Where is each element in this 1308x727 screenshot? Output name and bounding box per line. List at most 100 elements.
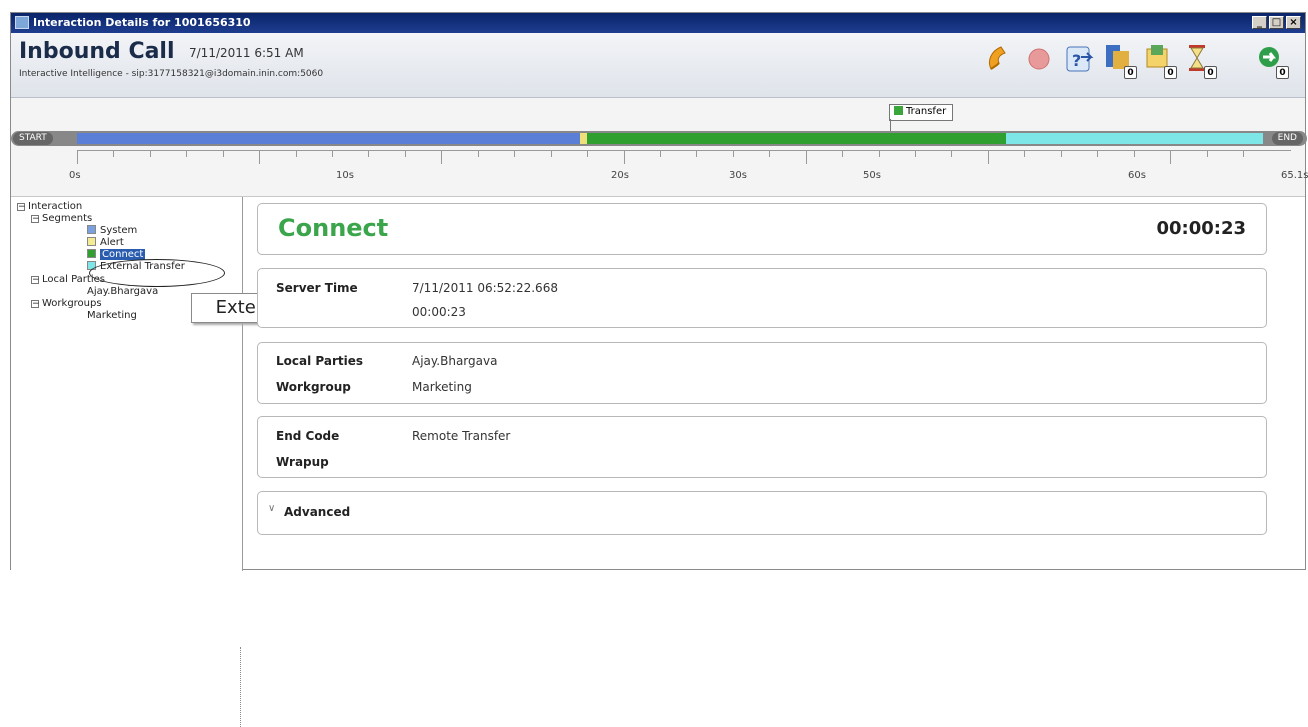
timeline-tick (1097, 150, 1099, 157)
transfer-event-line (890, 119, 891, 131)
tree-label: Interaction (28, 201, 83, 212)
timeline-tick (1242, 150, 1244, 157)
timeline-tick (1060, 150, 1062, 157)
disposition-card: End Code Remote Transfer Wrapup (257, 416, 1267, 478)
timeline-tick (186, 150, 188, 157)
timeline-tick (222, 150, 224, 157)
timeline-end-label: END (1271, 132, 1303, 145)
tree-item-interaction[interactable]: − Interaction (17, 201, 82, 213)
timeline-tick (1170, 150, 1172, 164)
timeline-tick (696, 150, 698, 157)
timeline-tick-label: 50s (863, 170, 881, 181)
timeline-tick (587, 150, 589, 157)
timeline-tick (805, 150, 807, 164)
timeline-tick-label: 20s (611, 170, 629, 181)
server-time-value: 7/11/2011 06:52:22.668 (412, 281, 558, 295)
timeline-tick-label: 65.1s (1281, 170, 1308, 181)
timeline-segment-connect[interactable] (587, 133, 1007, 144)
remote-address: Interactive Intelligence - sip:317715832… (19, 69, 324, 79)
timeline-tick (915, 150, 917, 157)
tree-item-system[interactable]: System (87, 225, 137, 237)
timeline-tick (550, 150, 552, 157)
record-icon[interactable] (1023, 41, 1057, 79)
splitter-grip[interactable] (240, 647, 242, 727)
workgroup-value: Marketing (412, 380, 472, 394)
collapse-icon[interactable]: − (31, 300, 40, 309)
notes-icon[interactable]: 0 (1143, 41, 1177, 79)
timeline-start-label: START (13, 132, 53, 145)
timeline-tick (878, 150, 880, 157)
end-code-label: End Code (276, 429, 340, 443)
server-time-label: Server Time (276, 281, 358, 295)
minimize-button[interactable]: _ (1252, 16, 1267, 29)
wrapup-label: Wrapup (276, 455, 329, 469)
transfer-event-label: Transfer (906, 106, 947, 117)
forward-arrow-icon[interactable]: 0 (1255, 41, 1289, 79)
timeline-segment-system[interactable] (77, 133, 580, 144)
interaction-tree: − Interaction − Segments System Alert Conn… (11, 197, 393, 727)
segment-duration: 00:00:23 (1156, 218, 1246, 239)
timeline-tick-label: 30s (729, 170, 747, 181)
interaction-timeline: Transfer START END 0s 10s 20s 30s 50s 60s 65.1… (11, 98, 1308, 197)
help-transfer-icon[interactable]: ? (1063, 41, 1097, 79)
timeline-tick (368, 150, 370, 157)
tree-label: Ajay.Bhargava (87, 286, 159, 297)
close-button[interactable]: × (1286, 16, 1301, 29)
timeline-tick (149, 150, 151, 157)
tree-item-workgroup[interactable]: Marketing (87, 310, 137, 322)
interaction-details-window: Interaction Details for 1001656310 _ □ ×… (10, 12, 1308, 727)
timeline-tick (441, 150, 443, 164)
interaction-type-title: Inbound Call (19, 39, 175, 64)
segment-header-card: Connect 00:00:23 (257, 203, 1267, 255)
chevron-down-icon[interactable]: ∨ (268, 503, 275, 514)
transfer-event-marker[interactable]: Transfer (889, 104, 954, 121)
svg-text:?: ? (1072, 51, 1081, 70)
timeline-tick (951, 150, 953, 157)
duration-value: 00:00:23 (412, 305, 466, 319)
tree-item-workgroups[interactable]: − Workgroups (31, 298, 102, 310)
timeline-segment-alert[interactable] (579, 133, 588, 144)
timeline-tick-label: 10s (336, 170, 354, 181)
tree-label: Segments (42, 213, 93, 224)
collapse-icon[interactable]: − (17, 203, 26, 212)
tree-label: System (100, 225, 138, 236)
hourglass-icon[interactable]: 0 (1183, 41, 1217, 79)
timeline-tick (259, 150, 261, 164)
timeline-segment-external-transfer[interactable] (1006, 133, 1263, 144)
collapse-icon[interactable]: − (31, 276, 40, 285)
timeline-tick (477, 150, 479, 157)
end-code-value: Remote Transfer (412, 429, 511, 443)
timeline-tick (842, 150, 844, 157)
hourglass-count-badge: 0 (1204, 66, 1217, 79)
segment-color-swatch (87, 249, 96, 258)
interaction-datetime: 7/11/2011 6:51 AM (189, 46, 304, 60)
voicemail-icon[interactable]: 0 (1103, 41, 1137, 79)
timeline-tick-label: 0s (69, 170, 81, 181)
tree-item-segments[interactable]: − Segments (31, 213, 92, 225)
window-title: Interaction Details for 1001656310 (33, 16, 251, 29)
timing-card: Server Time 7/11/2011 06:52:22.668 00:00… (257, 268, 1267, 328)
timeline-tick (113, 150, 115, 157)
tree-item-local-parties[interactable]: − Local Parties (31, 274, 105, 286)
advanced-label: Advanced (284, 505, 351, 519)
timeline-tick-label: 60s (1128, 170, 1146, 181)
timeline-tick (295, 150, 297, 157)
timeline-tick (732, 150, 734, 157)
timeline-tick (1206, 150, 1208, 157)
collapse-icon[interactable]: − (31, 215, 40, 224)
tree-item-alert[interactable]: Alert (87, 237, 124, 249)
advanced-section[interactable]: ∨ Advanced (257, 491, 1267, 535)
tree-label: Marketing (87, 310, 137, 321)
forward-count-badge: 0 (1276, 66, 1289, 79)
tree-item-local-party[interactable]: Ajay.Bhargava (87, 286, 158, 298)
app-icon (15, 16, 29, 29)
timeline-tick (623, 150, 625, 164)
phone-icon[interactable] (983, 41, 1017, 79)
timeline-tick (514, 150, 516, 157)
local-parties-value: Ajay.Bhargava (412, 354, 498, 368)
maximize-button[interactable]: □ (1269, 16, 1284, 29)
title-bar: Interaction Details for 1001656310 _ □ × (11, 13, 1305, 33)
header: Inbound Call 7/11/2011 6:51 AM Interacti… (11, 33, 1305, 98)
timeline-tick (987, 150, 989, 164)
timeline-tick (659, 150, 661, 157)
